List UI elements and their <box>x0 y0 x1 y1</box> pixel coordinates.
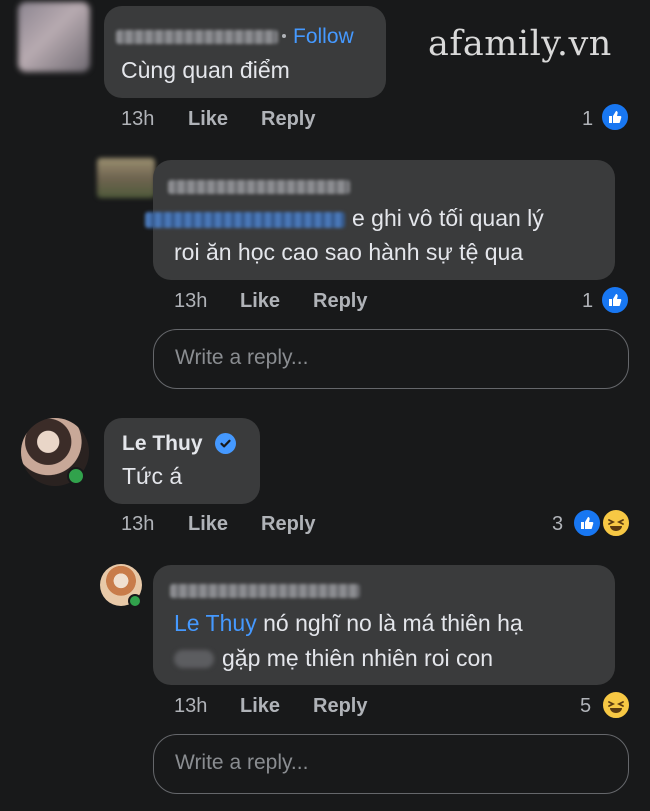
like-reaction-icon[interactable] <box>572 508 602 538</box>
reaction-count[interactable]: 1 <box>582 290 593 313</box>
reply-link[interactable]: Reply <box>261 108 315 131</box>
reply-placeholder[interactable]: Write a reply... <box>175 346 308 370</box>
like-link[interactable]: Like <box>188 513 228 536</box>
like-reaction-icon[interactable] <box>600 102 630 132</box>
like-link[interactable]: Like <box>240 290 280 313</box>
author-name-redacted[interactable] <box>168 180 350 194</box>
author-name-redacted[interactable] <box>170 584 360 598</box>
reply-placeholder[interactable]: Write a reply... <box>175 751 308 775</box>
comment-text-line1: Le Thuy nó nghĩ no là má thiên hạ <box>174 610 523 637</box>
reply-link[interactable]: Reply <box>261 513 315 536</box>
comment-text: Cùng quan điểm <box>121 57 290 83</box>
comment-text-line2: gặp mẹ thiên nhiên roi con <box>222 645 494 671</box>
haha-reaction-icon[interactable] <box>601 508 631 538</box>
author-name[interactable]: Le Thuy <box>122 432 203 456</box>
reply-link[interactable]: Reply <box>313 695 367 718</box>
verified-badge-icon <box>215 433 236 454</box>
comment-text-line1: e ghi vô tối quan lý <box>352 205 544 231</box>
online-status-icon <box>67 467 85 485</box>
follow-separator <box>282 34 286 38</box>
comment-text: Tức á <box>122 463 183 489</box>
reaction-count[interactable]: 5 <box>580 695 591 718</box>
avatar[interactable] <box>18 2 90 72</box>
comment-text-line2: roi ăn học cao sao hành sự tệ qua <box>174 239 524 265</box>
follow-link[interactable]: Follow <box>293 25 354 49</box>
reply-link[interactable]: Reply <box>313 290 367 313</box>
mention-redacted[interactable] <box>145 212 345 228</box>
reaction-count[interactable]: 1 <box>582 108 593 131</box>
reaction-count[interactable]: 3 <box>552 513 563 536</box>
author-name-redacted[interactable] <box>116 30 278 44</box>
comment-time[interactable]: 13h <box>174 290 207 313</box>
haha-reaction-icon[interactable] <box>601 690 631 720</box>
like-link[interactable]: Like <box>240 695 280 718</box>
like-link[interactable]: Like <box>188 108 228 131</box>
comment-time[interactable]: 13h <box>121 108 154 131</box>
comment-text-part: nó nghĩ no là má thiên hạ <box>256 610 523 636</box>
like-reaction-icon[interactable] <box>600 285 630 315</box>
online-status-icon <box>128 594 142 608</box>
mention-redacted[interactable] <box>174 650 214 668</box>
mention-link[interactable]: Le Thuy <box>174 610 257 636</box>
comment-bubble <box>104 418 260 504</box>
comment-time[interactable]: 13h <box>121 513 154 536</box>
comment-time[interactable]: 13h <box>174 695 207 718</box>
watermark-logo: afamily.vn <box>428 24 612 64</box>
avatar[interactable] <box>97 158 155 198</box>
comment-bubble <box>104 6 386 98</box>
